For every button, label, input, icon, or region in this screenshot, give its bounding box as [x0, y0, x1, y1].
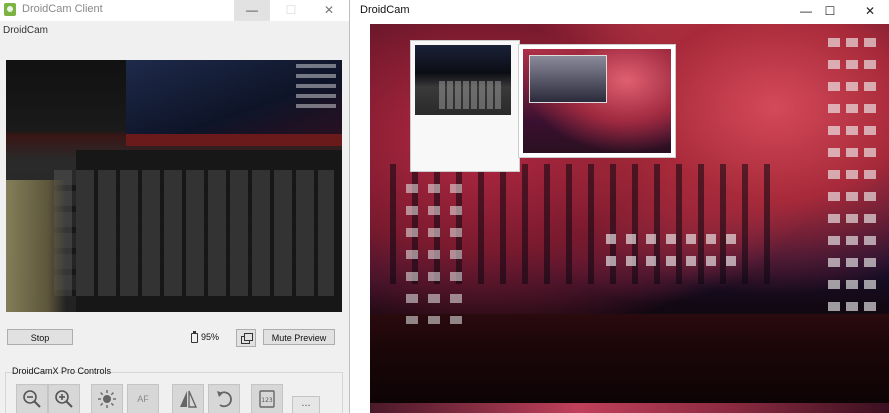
copy-icon[interactable] — [236, 329, 256, 347]
close-button[interactable]: ✕ — [852, 0, 888, 22]
video-stream — [370, 24, 889, 403]
camera-preview — [6, 60, 342, 312]
battery-icon — [191, 331, 198, 343]
minimize-button[interactable]: — — [234, 0, 270, 21]
pro-controls-label: DroidCamX Pro Controls — [12, 366, 112, 376]
flip-icon[interactable] — [172, 384, 204, 413]
title-bar: DroidCam Client — ☐ ✕ — [0, 0, 349, 21]
maximize-button[interactable]: ☐ — [812, 0, 848, 22]
autofocus-button[interactable]: AF — [127, 384, 159, 413]
desktop-icons — [606, 234, 746, 278]
window-title: DroidCam Client — [22, 3, 103, 15]
rotate-icon[interactable] — [208, 384, 240, 413]
counter-icon[interactable]: 123 — [251, 384, 283, 413]
desktop-icons — [406, 184, 466, 324]
nested-client-window — [410, 40, 520, 172]
nested-video-window — [518, 44, 676, 158]
stop-button[interactable]: Stop — [7, 329, 73, 345]
zoom-out-icon[interactable] — [16, 384, 48, 413]
battery-level: 95% — [201, 332, 220, 342]
droidcam-client-window: DroidCam Client — ☐ ✕ DroidCam Stop 95% … — [0, 0, 350, 413]
close-button[interactable]: ✕ — [311, 0, 347, 21]
brightness-icon[interactable] — [91, 384, 123, 413]
mute-preview-button[interactable]: Mute Preview — [263, 329, 335, 345]
more-button[interactable]: ... — [292, 396, 320, 413]
preview-keyboard — [54, 170, 334, 296]
zoom-in-icon[interactable] — [48, 384, 80, 413]
maximize-button[interactable]: ☐ — [273, 0, 309, 21]
droidcam-video-window: DroidCam — ☐ ✕ — [350, 0, 889, 413]
preview-laptop-screen — [126, 60, 342, 138]
desktop-icons — [828, 38, 876, 318]
video-window-title: DroidCam — [360, 4, 410, 16]
svg-text:123: 123 — [261, 397, 273, 404]
desktop-wallpaper-strip — [370, 403, 889, 413]
droidcam-app-icon — [4, 3, 16, 16]
header-label: DroidCam — [3, 25, 49, 36]
